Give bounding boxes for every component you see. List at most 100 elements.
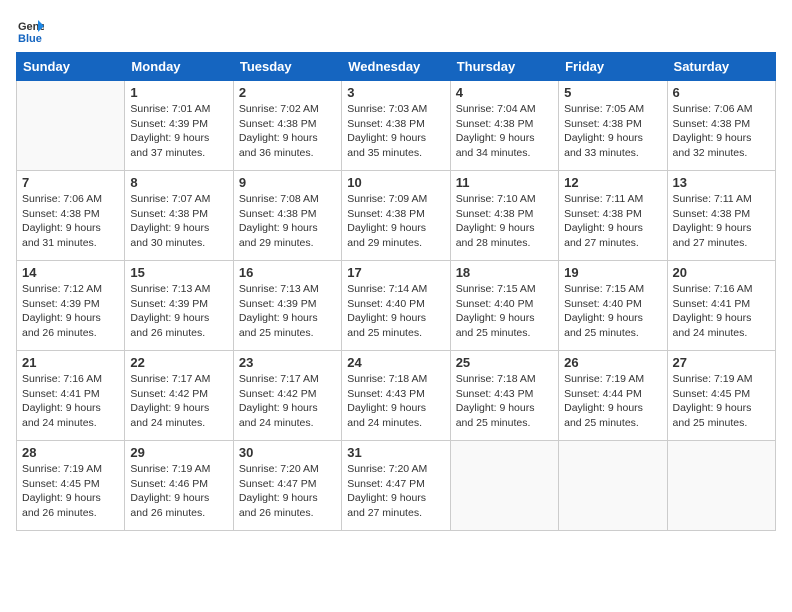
calendar-cell: 14 Sunrise: 7:12 AM Sunset: 4:39 PM Dayli…	[17, 261, 125, 351]
cell-text: Sunrise: 7:20 AM Sunset: 4:47 PM Dayligh…	[347, 462, 444, 521]
calendar-cell: 17 Sunrise: 7:14 AM Sunset: 4:40 PM Dayli…	[342, 261, 450, 351]
cell-text: Sunrise: 7:13 AM Sunset: 4:39 PM Dayligh…	[239, 282, 336, 341]
logo: General Blue	[16, 16, 48, 44]
calendar-cell: 8Sunrise: 7:07 AM Sunset: 4:38 PM Daylig…	[125, 171, 233, 261]
day-number: 14	[22, 265, 119, 280]
cell-text: Sunrise: 7:15 AM Sunset: 4:40 PM Dayligh…	[456, 282, 553, 341]
day-number: 19	[564, 265, 661, 280]
day-number: 17	[347, 265, 444, 280]
calendar-cell: 6 Sunrise: 7:06 AM Sunset: 4:38 PM Daylig…	[667, 81, 775, 171]
cell-text: Sunrise: 7:07 AM Sunset: 4:38 PM Dayligh…	[130, 192, 227, 251]
cell-text: Sunrise: 7:13 AM Sunset: 4:39 PM Dayligh…	[130, 282, 227, 341]
cell-text: Sunrise: 7:08 AM Sunset: 4:38 PM Dayligh…	[239, 192, 336, 251]
cell-text: Sunrise: 7:20 AM Sunset: 4:47 PM Dayligh…	[239, 462, 336, 521]
week-row-5: 28 Sunrise: 7:19 AM Sunset: 4:45 PM Dayli…	[17, 441, 776, 531]
calendar-cell: 18 Sunrise: 7:15 AM Sunset: 4:40 PM Dayli…	[450, 261, 558, 351]
calendar-cell: 29 Sunrise: 7:19 AM Sunset: 4:46 PM Dayli…	[125, 441, 233, 531]
day-number: 30	[239, 445, 336, 460]
cell-text: Sunrise: 7:14 AM Sunset: 4:40 PM Dayligh…	[347, 282, 444, 341]
logo-icon: General Blue	[16, 16, 44, 44]
day-number: 31	[347, 445, 444, 460]
day-number: 29	[130, 445, 227, 460]
day-number: 16	[239, 265, 336, 280]
calendar-body: 1 Sunrise: 7:01 AM Sunset: 4:39 PM Daylig…	[17, 81, 776, 531]
cell-text: Sunrise: 7:06 AM Sunset: 4:38 PM Dayligh…	[673, 102, 770, 161]
cell-text: Sunrise: 7:09 AM Sunset: 4:38 PM Dayligh…	[347, 192, 444, 251]
day-number: 10	[347, 175, 444, 190]
calendar-cell: 5 Sunrise: 7:05 AM Sunset: 4:38 PM Daylig…	[559, 81, 667, 171]
calendar-cell: 13 Sunrise: 7:11 AM Sunset: 4:38 PM Dayli…	[667, 171, 775, 261]
cell-text: Sunrise: 7:16 AM Sunset: 4:41 PM Dayligh…	[22, 372, 119, 431]
cell-text: Sunrise: 7:12 AM Sunset: 4:39 PM Dayligh…	[22, 282, 119, 341]
cell-text: Sunrise: 7:05 AM Sunset: 4:38 PM Dayligh…	[564, 102, 661, 161]
cell-text: Sunrise: 7:17 AM Sunset: 4:42 PM Dayligh…	[130, 372, 227, 431]
week-row-3: 14 Sunrise: 7:12 AM Sunset: 4:39 PM Dayli…	[17, 261, 776, 351]
day-number: 1	[130, 85, 227, 100]
cell-text: Sunrise: 7:11 AM Sunset: 4:38 PM Dayligh…	[564, 192, 661, 251]
week-row-2: 7Sunrise: 7:06 AM Sunset: 4:38 PM Daylig…	[17, 171, 776, 261]
calendar-cell: 25Sunrise: 7:18 AM Sunset: 4:43 PM Dayli…	[450, 351, 558, 441]
cell-text: Sunrise: 7:02 AM Sunset: 4:38 PM Dayligh…	[239, 102, 336, 161]
calendar-table: SundayMondayTuesdayWednesdayThursdayFrid…	[16, 52, 776, 531]
calendar-cell: 11 Sunrise: 7:10 AM Sunset: 4:38 PM Dayli…	[450, 171, 558, 261]
calendar-cell	[667, 441, 775, 531]
day-number: 12	[564, 175, 661, 190]
calendar-cell: 10 Sunrise: 7:09 AM Sunset: 4:38 PM Dayli…	[342, 171, 450, 261]
cell-text: Sunrise: 7:19 AM Sunset: 4:45 PM Dayligh…	[22, 462, 119, 521]
cell-text: Sunrise: 7:15 AM Sunset: 4:40 PM Dayligh…	[564, 282, 661, 341]
calendar-cell: 21 Sunrise: 7:16 AM Sunset: 4:41 PM Dayli…	[17, 351, 125, 441]
cell-text: Sunrise: 7:04 AM Sunset: 4:38 PM Dayligh…	[456, 102, 553, 161]
calendar-cell: 24Sunrise: 7:18 AM Sunset: 4:43 PM Dayli…	[342, 351, 450, 441]
day-number: 28	[22, 445, 119, 460]
day-number: 23	[239, 355, 336, 370]
day-header-tuesday: Tuesday	[233, 53, 341, 81]
calendar-cell: 22Sunrise: 7:17 AM Sunset: 4:42 PM Dayli…	[125, 351, 233, 441]
calendar-cell: 4 Sunrise: 7:04 AM Sunset: 4:38 PM Daylig…	[450, 81, 558, 171]
cell-text: Sunrise: 7:19 AM Sunset: 4:45 PM Dayligh…	[673, 372, 770, 431]
cell-text: Sunrise: 7:19 AM Sunset: 4:46 PM Dayligh…	[130, 462, 227, 521]
day-header-saturday: Saturday	[667, 53, 775, 81]
day-header-monday: Monday	[125, 53, 233, 81]
cell-text: Sunrise: 7:06 AM Sunset: 4:38 PM Dayligh…	[22, 192, 119, 251]
day-header-wednesday: Wednesday	[342, 53, 450, 81]
day-number: 9	[239, 175, 336, 190]
cell-text: Sunrise: 7:17 AM Sunset: 4:42 PM Dayligh…	[239, 372, 336, 431]
day-number: 20	[673, 265, 770, 280]
calendar-cell: 30 Sunrise: 7:20 AM Sunset: 4:47 PM Dayli…	[233, 441, 341, 531]
day-number: 18	[456, 265, 553, 280]
calendar-cell: 19 Sunrise: 7:15 AM Sunset: 4:40 PM Dayli…	[559, 261, 667, 351]
svg-text:Blue: Blue	[18, 33, 42, 44]
calendar-cell: 9 Sunrise: 7:08 AM Sunset: 4:38 PM Daylig…	[233, 171, 341, 261]
cell-text: Sunrise: 7:19 AM Sunset: 4:44 PM Dayligh…	[564, 372, 661, 431]
calendar-cell: 28 Sunrise: 7:19 AM Sunset: 4:45 PM Dayli…	[17, 441, 125, 531]
day-header-sunday: Sunday	[17, 53, 125, 81]
day-number: 4	[456, 85, 553, 100]
calendar-cell: 12 Sunrise: 7:11 AM Sunset: 4:38 PM Dayli…	[559, 171, 667, 261]
cell-text: Sunrise: 7:01 AM Sunset: 4:39 PM Dayligh…	[130, 102, 227, 161]
cell-text: Sunrise: 7:16 AM Sunset: 4:41 PM Dayligh…	[673, 282, 770, 341]
cell-text: Sunrise: 7:18 AM Sunset: 4:43 PM Dayligh…	[347, 372, 444, 431]
cell-text: Sunrise: 7:11 AM Sunset: 4:38 PM Dayligh…	[673, 192, 770, 251]
calendar-cell: 3Sunrise: 7:03 AM Sunset: 4:38 PM Daylig…	[342, 81, 450, 171]
day-number: 15	[130, 265, 227, 280]
day-number: 6	[673, 85, 770, 100]
calendar-cell: 1 Sunrise: 7:01 AM Sunset: 4:39 PM Daylig…	[125, 81, 233, 171]
cell-text: Sunrise: 7:10 AM Sunset: 4:38 PM Dayligh…	[456, 192, 553, 251]
calendar-cell: 2 Sunrise: 7:02 AM Sunset: 4:38 PM Daylig…	[233, 81, 341, 171]
cell-text: Sunrise: 7:03 AM Sunset: 4:38 PM Dayligh…	[347, 102, 444, 161]
day-number: 26	[564, 355, 661, 370]
day-header-thursday: Thursday	[450, 53, 558, 81]
day-number: 11	[456, 175, 553, 190]
day-number: 21	[22, 355, 119, 370]
day-number: 5	[564, 85, 661, 100]
calendar-cell: 20 Sunrise: 7:16 AM Sunset: 4:41 PM Dayli…	[667, 261, 775, 351]
calendar-cell: 27Sunrise: 7:19 AM Sunset: 4:45 PM Dayli…	[667, 351, 775, 441]
calendar-cell: 15 Sunrise: 7:13 AM Sunset: 4:39 PM Dayli…	[125, 261, 233, 351]
day-number: 13	[673, 175, 770, 190]
day-number: 25	[456, 355, 553, 370]
days-header-row: SundayMondayTuesdayWednesdayThursdayFrid…	[17, 53, 776, 81]
week-row-4: 21 Sunrise: 7:16 AM Sunset: 4:41 PM Dayli…	[17, 351, 776, 441]
calendar-cell: 7Sunrise: 7:06 AM Sunset: 4:38 PM Daylig…	[17, 171, 125, 261]
day-number: 2	[239, 85, 336, 100]
calendar-cell	[450, 441, 558, 531]
